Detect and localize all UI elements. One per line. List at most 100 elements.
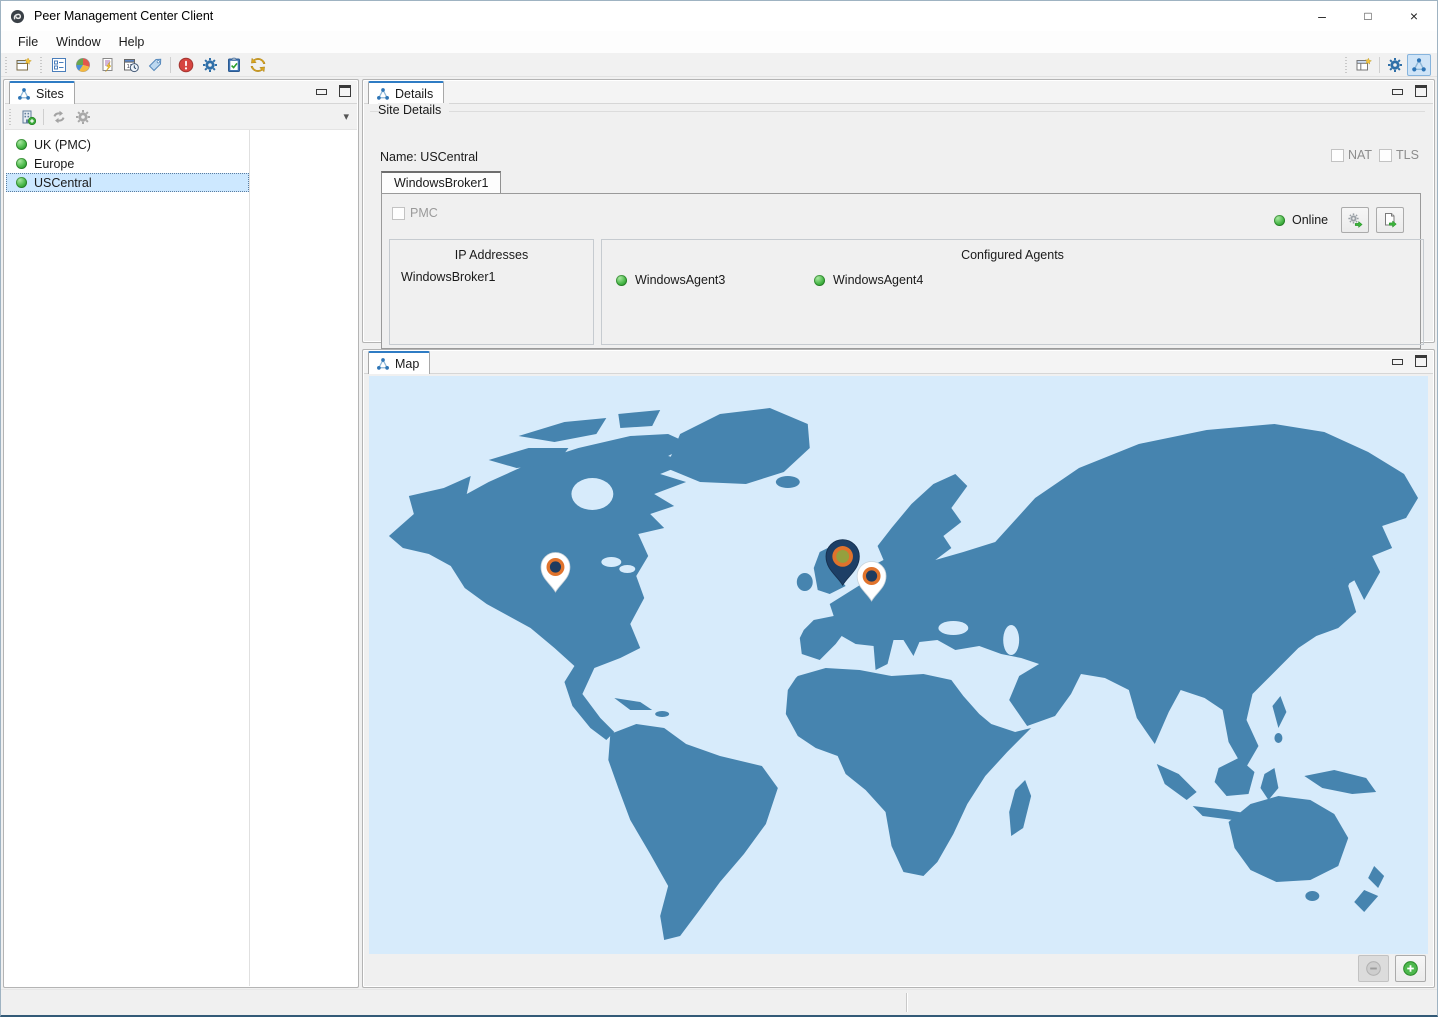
status-online-icon bbox=[16, 158, 27, 169]
title-bar: Peer Management Center Client – □ × bbox=[1, 1, 1437, 31]
status-bar-divider bbox=[906, 993, 907, 1012]
app-window: Peer Management Center Client – □ × File… bbox=[0, 0, 1438, 1017]
pmc-checkbox[interactable]: PMC bbox=[392, 206, 438, 220]
status-online-icon bbox=[16, 177, 27, 188]
zoom-in-button[interactable] bbox=[1395, 955, 1426, 982]
network-icon bbox=[376, 87, 390, 101]
app-icon bbox=[10, 9, 25, 24]
tasks-icon[interactable] bbox=[222, 54, 246, 76]
site-row-uscentral[interactable]: USCentral bbox=[6, 173, 249, 192]
tab-details[interactable]: Details bbox=[368, 81, 444, 104]
tab-map[interactable]: Map bbox=[368, 351, 430, 374]
toolbar-drag-handle bbox=[39, 57, 44, 73]
status-online-icon bbox=[616, 275, 627, 286]
schedule-icon[interactable]: 12 bbox=[119, 54, 143, 76]
tls-checkbox-box[interactable] bbox=[1379, 149, 1392, 162]
open-perspective-icon[interactable] bbox=[1352, 54, 1376, 76]
tls-checkbox[interactable]: TLS bbox=[1379, 148, 1419, 162]
window-title: Peer Management Center Client bbox=[34, 9, 213, 23]
nat-checkbox-label: NAT bbox=[1348, 148, 1372, 162]
nat-checkbox[interactable]: NAT bbox=[1331, 148, 1372, 162]
ip-address-item[interactable]: WindowsBroker1 bbox=[401, 270, 495, 284]
map-body bbox=[364, 374, 1433, 986]
agent-item[interactable]: WindowsAgent4 bbox=[814, 273, 923, 287]
tab-windowsbroker1[interactable]: WindowsBroker1 bbox=[381, 171, 501, 193]
section-title: Site Details bbox=[378, 103, 449, 117]
site-row-europe[interactable]: Europe bbox=[6, 154, 249, 173]
configured-agents-group: Configured Agents WindowsAgent3 WindowsA… bbox=[601, 239, 1424, 345]
tags-icon[interactable] bbox=[143, 54, 167, 76]
tls-checkbox-label: TLS bbox=[1396, 148, 1419, 162]
status-bar bbox=[1, 989, 1437, 1015]
minimize-panel-icon[interactable] bbox=[1392, 359, 1403, 365]
pie-chart-icon[interactable] bbox=[71, 54, 95, 76]
zoom-out-icon bbox=[1365, 960, 1382, 977]
details-panel-header: Details bbox=[364, 81, 1433, 104]
ip-address-label: WindowsBroker1 bbox=[401, 270, 495, 284]
export-button[interactable] bbox=[1376, 207, 1404, 233]
configured-agents-title: Configured Agents bbox=[602, 248, 1423, 262]
minimize-panel-icon[interactable] bbox=[316, 89, 327, 95]
nat-checkbox-box[interactable] bbox=[1331, 149, 1344, 162]
maximize-panel-icon[interactable] bbox=[339, 85, 351, 97]
minimize-button[interactable]: – bbox=[1299, 1, 1345, 31]
site-label: Europe bbox=[34, 157, 74, 171]
site-label: USCentral bbox=[34, 176, 92, 190]
broker-content: PMC Online IP Addresses WindowsBroker1 bbox=[381, 193, 1421, 349]
site-settings-icon[interactable] bbox=[71, 106, 95, 128]
pmc-checkbox-label: PMC bbox=[410, 206, 438, 220]
site-details-section: Site Details Name: USCentral NAT TLS Win… bbox=[364, 104, 1433, 341]
refresh-icon[interactable] bbox=[246, 54, 270, 76]
tab-windowsbroker1-label: WindowsBroker1 bbox=[394, 176, 488, 190]
network-perspective-icon[interactable] bbox=[1407, 54, 1431, 76]
menu-file[interactable]: File bbox=[9, 33, 47, 51]
agent-label: WindowsAgent3 bbox=[635, 273, 725, 287]
site-row-uk[interactable]: UK (PMC) bbox=[6, 135, 249, 154]
gear-arrow-icon bbox=[1347, 212, 1363, 228]
map-panel: Map bbox=[362, 349, 1435, 988]
menu-bar: File Window Help bbox=[1, 31, 1437, 53]
errors-icon[interactable] bbox=[174, 54, 198, 76]
site-name-label: Name: USCentral bbox=[380, 150, 478, 164]
configure-agents-button[interactable] bbox=[1341, 207, 1369, 233]
status-online-icon bbox=[814, 275, 825, 286]
status-online-icon bbox=[1274, 215, 1285, 226]
checklist-icon[interactable] bbox=[47, 54, 71, 76]
main-toolbar: 12 bbox=[1, 53, 1437, 77]
agent-item[interactable]: WindowsAgent3 bbox=[616, 273, 725, 287]
maximize-panel-icon[interactable] bbox=[1415, 355, 1427, 367]
minimize-panel-icon[interactable] bbox=[1392, 89, 1403, 95]
toolbar-separator bbox=[43, 109, 44, 125]
menu-help[interactable]: Help bbox=[110, 33, 154, 51]
menu-window[interactable]: Window bbox=[47, 33, 109, 51]
ip-addresses-group: IP Addresses WindowsBroker1 bbox=[389, 239, 594, 345]
agent-label: WindowsAgent4 bbox=[833, 273, 923, 287]
toolbar-drag-handle bbox=[1344, 57, 1349, 73]
new-site-icon[interactable] bbox=[12, 54, 36, 76]
list-column-divider bbox=[249, 130, 250, 986]
toolbar-drag-handle bbox=[8, 109, 13, 125]
tab-sites[interactable]: Sites bbox=[9, 81, 75, 104]
network-icon bbox=[17, 87, 31, 101]
view-menu-chevron-icon[interactable]: ▾ bbox=[343, 110, 349, 123]
pmc-checkbox-box[interactable] bbox=[392, 207, 405, 220]
toolbar-drag-handle bbox=[4, 57, 9, 73]
maximize-panel-icon[interactable] bbox=[1415, 85, 1427, 97]
maximize-button[interactable]: □ bbox=[1345, 1, 1391, 31]
close-button[interactable]: × bbox=[1391, 1, 1437, 31]
reconnect-icon[interactable] bbox=[47, 106, 71, 128]
status-online-icon bbox=[16, 139, 27, 150]
preferences-gear-icon[interactable] bbox=[1383, 54, 1407, 76]
zoom-out-button[interactable] bbox=[1358, 955, 1389, 982]
tab-details-label: Details bbox=[395, 87, 433, 101]
network-icon bbox=[376, 357, 390, 371]
world-map[interactable] bbox=[369, 376, 1428, 954]
section-divider bbox=[370, 111, 1425, 112]
document-arrow-icon bbox=[1382, 212, 1398, 228]
map-zoom-controls bbox=[369, 953, 1428, 983]
ip-addresses-title: IP Addresses bbox=[390, 248, 593, 262]
add-site-icon[interactable] bbox=[16, 106, 40, 128]
zoom-in-icon bbox=[1402, 960, 1419, 977]
settings-icon[interactable] bbox=[198, 54, 222, 76]
alerts-icon[interactable] bbox=[95, 54, 119, 76]
